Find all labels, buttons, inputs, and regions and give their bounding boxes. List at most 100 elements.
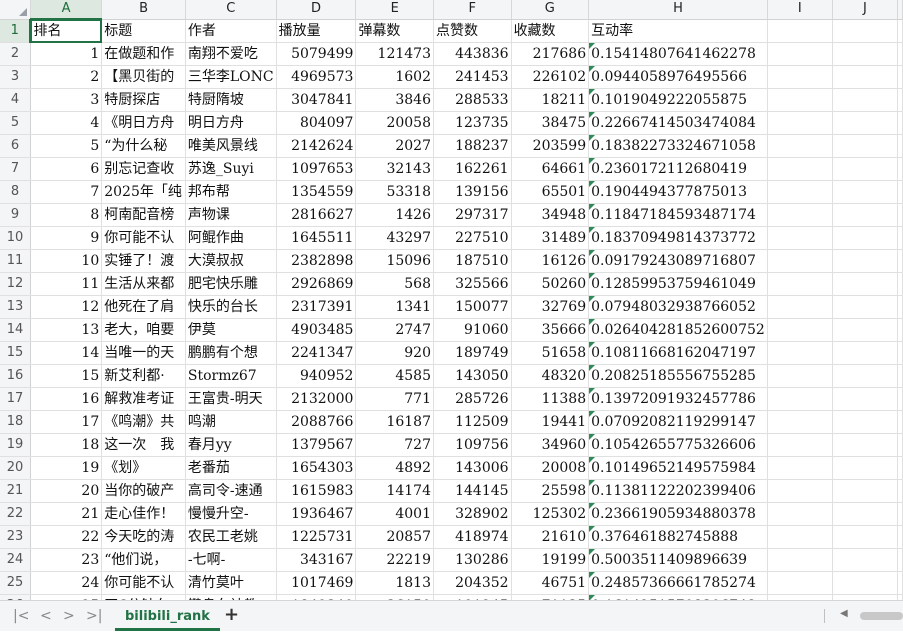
cell[interactable] — [832, 318, 899, 342]
cell[interactable] — [767, 157, 833, 181]
cell[interactable]: 1097653 — [276, 157, 357, 181]
cell[interactable]: 21 — [30, 502, 103, 526]
cell[interactable] — [832, 456, 899, 480]
row-header[interactable]: 20 — [0, 456, 31, 480]
cell[interactable]: 418974 — [433, 525, 512, 549]
cell[interactable]: 柯南配音榜 — [101, 203, 186, 227]
cell[interactable]: 24 — [30, 571, 103, 595]
cell[interactable]: 12 — [30, 295, 103, 319]
cell[interactable]: 46751 — [511, 571, 590, 595]
cell[interactable]: 1615983 — [276, 479, 357, 503]
cell[interactable]: 23 — [30, 548, 103, 572]
cell[interactable]: 作者 — [185, 19, 277, 43]
cell[interactable]: 22219 — [355, 548, 434, 572]
cell[interactable]: 5079499 — [276, 42, 357, 66]
cell[interactable]: 217686 — [511, 42, 590, 66]
row-header[interactable]: 9 — [0, 203, 31, 227]
cell[interactable]: 快乐的台长 — [185, 295, 277, 319]
cell[interactable]: 125302 — [511, 502, 590, 526]
cell[interactable]: 2926869 — [276, 272, 357, 296]
cell[interactable]: 4969573 — [276, 65, 357, 89]
cell[interactable]: 203599 — [511, 134, 590, 158]
cell[interactable]: 16126 — [511, 249, 590, 273]
cell[interactable]: 0.1904494377875013 — [588, 180, 768, 204]
cell[interactable]: 生活从来都 — [101, 272, 186, 296]
cell[interactable]: 三华李LONC — [185, 65, 277, 89]
row-header[interactable]: 13 — [0, 295, 31, 319]
cell[interactable]: 《明日方舟 — [101, 111, 186, 135]
cell[interactable]: 112509 — [433, 410, 512, 434]
cell[interactable]: 18211 — [511, 88, 590, 112]
cell[interactable]: 春月yy — [185, 433, 277, 457]
cell[interactable]: 804097 — [276, 111, 357, 135]
cell[interactable]: 288533 — [433, 88, 512, 112]
cell[interactable]: 0.11381122202399406 — [588, 479, 768, 503]
cell[interactable] — [767, 479, 833, 503]
prev-sheet-button[interactable]: < — [40, 608, 52, 624]
next-sheet-button[interactable]: > — [63, 608, 75, 624]
cell[interactable]: 1341 — [355, 295, 434, 319]
cell[interactable] — [832, 364, 899, 388]
cell[interactable] — [832, 134, 899, 158]
cell[interactable]: 你可能不认 — [101, 226, 186, 250]
cell[interactable]: 标题 — [101, 19, 186, 43]
cell[interactable]: 3846 — [355, 88, 434, 112]
cell[interactable]: 1813 — [355, 571, 434, 595]
cell[interactable]: 19199 — [511, 548, 590, 572]
cell[interactable]: 14 — [30, 341, 103, 365]
row-header[interactable]: 7 — [0, 157, 31, 181]
cell[interactable] — [832, 111, 899, 135]
cell[interactable]: 25598 — [511, 479, 590, 503]
cell[interactable]: 1654303 — [276, 456, 357, 480]
cell[interactable] — [897, 502, 903, 526]
cell[interactable] — [897, 203, 903, 227]
row-header[interactable]: 5 — [0, 111, 31, 135]
cell[interactable]: 130286 — [433, 548, 512, 572]
cell[interactable]: 13 — [30, 318, 103, 342]
column-header-e[interactable]: E — [355, 0, 434, 20]
cell[interactable] — [832, 410, 899, 434]
cell[interactable]: “他们说， — [101, 548, 186, 572]
cell[interactable] — [832, 88, 899, 112]
cell[interactable] — [897, 249, 903, 273]
cell[interactable]: 189749 — [433, 341, 512, 365]
cell[interactable] — [767, 433, 833, 457]
cell[interactable]: 点赞数 — [433, 19, 512, 43]
cell[interactable]: 特厨探店 — [101, 88, 186, 112]
cell[interactable]: 7 — [30, 180, 103, 204]
cell[interactable] — [832, 525, 899, 549]
cell[interactable] — [897, 65, 903, 89]
cell[interactable]: 0.23661905934880378 — [588, 502, 768, 526]
cell[interactable]: 204352 — [433, 571, 512, 595]
cell[interactable]: 48320 — [511, 364, 590, 388]
cell[interactable] — [767, 249, 833, 273]
cell[interactable] — [767, 88, 833, 112]
cell[interactable] — [767, 525, 833, 549]
cell[interactable] — [832, 249, 899, 273]
cell[interactable]: 187510 — [433, 249, 512, 273]
cell[interactable]: 1354559 — [276, 180, 357, 204]
cell[interactable]: 241453 — [433, 65, 512, 89]
cell[interactable]: 0.18370949814373772 — [588, 226, 768, 250]
cell[interactable]: 0.0944058976495566 — [588, 65, 768, 89]
cell[interactable]: 32143 — [355, 157, 434, 181]
cell[interactable] — [767, 502, 833, 526]
cell[interactable] — [897, 410, 903, 434]
cell[interactable] — [767, 387, 833, 411]
row-header[interactable]: 10 — [0, 226, 31, 250]
cell[interactable] — [897, 111, 903, 135]
cell[interactable]: 31489 — [511, 226, 590, 250]
cell[interactable]: 0.09179243089716807 — [588, 249, 768, 273]
row-header[interactable]: 16 — [0, 364, 31, 388]
cell[interactable]: 1379567 — [276, 433, 357, 457]
column-header-j[interactable]: J — [832, 0, 899, 20]
cell[interactable]: 当唯一的天 — [101, 341, 186, 365]
cell[interactable]: 15 — [30, 364, 103, 388]
cell[interactable]: 34948 — [511, 203, 590, 227]
cell[interactable]: 你可能不认 — [101, 571, 186, 595]
cell[interactable]: 新艾利都· — [101, 364, 186, 388]
select-all-corner[interactable] — [0, 0, 31, 20]
cell[interactable]: 2241347 — [276, 341, 357, 365]
cell[interactable] — [767, 65, 833, 89]
cell[interactable] — [897, 180, 903, 204]
